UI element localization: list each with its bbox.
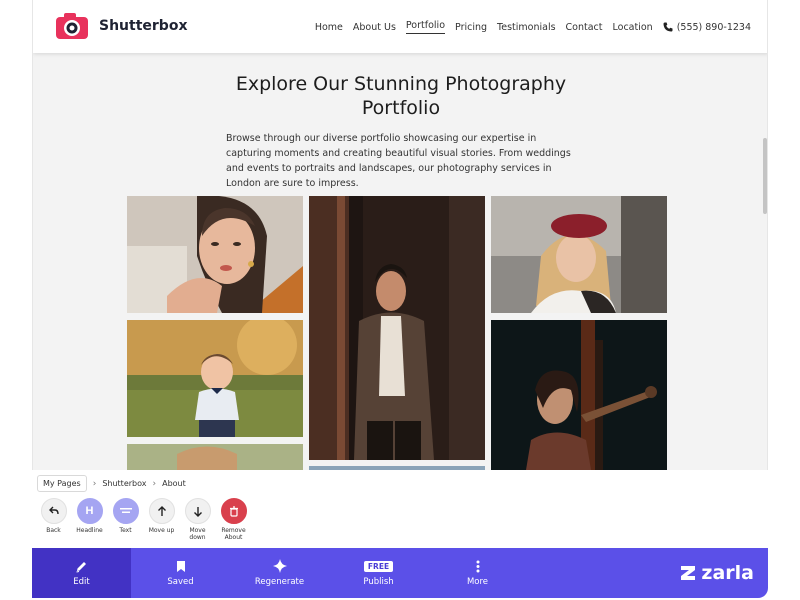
- saved-button[interactable]: Saved: [131, 548, 230, 598]
- publish-button[interactable]: FREE Publish: [329, 548, 428, 598]
- chevron-right-icon: ›: [92, 478, 97, 489]
- remove-button[interactable]: Remove About: [220, 498, 247, 541]
- crumb-my-pages[interactable]: My Pages: [37, 475, 87, 492]
- gallery-photo-partial-left[interactable]: [127, 444, 303, 470]
- trash-icon: [220, 498, 247, 524]
- nav-contact[interactable]: Contact: [566, 22, 603, 33]
- partial-center-image: [309, 466, 485, 470]
- man-guitar-image: [491, 320, 667, 470]
- nav-portfolio[interactable]: Portfolio: [405, 20, 446, 34]
- toddler-image: [127, 320, 303, 437]
- text-icon: [112, 498, 139, 524]
- regenerate-button[interactable]: Regenerate: [230, 548, 329, 598]
- headline-icon: H: [76, 498, 103, 524]
- chevron-right-icon: ›: [152, 478, 157, 489]
- section-tools: Back H Headline Text Move up Move down R…: [40, 498, 247, 541]
- pencil-icon: [75, 559, 88, 573]
- site-brand[interactable]: Shutterbox: [99, 18, 187, 34]
- action-bar: Edit Saved Regenerate FREE Publish More: [32, 548, 768, 598]
- headline-button[interactable]: H Headline: [76, 498, 103, 541]
- move-down-button[interactable]: Move down: [184, 498, 211, 541]
- headline-label: Headline: [76, 527, 103, 534]
- edit-button[interactable]: Edit: [32, 548, 131, 598]
- portfolio-intro: Browse through our diverse portfolio sho…: [226, 133, 571, 189]
- site-nav: Home About Us Portfolio Pricing Testimon…: [315, 20, 751, 34]
- portfolio-title-line2: Portfolio: [361, 97, 441, 119]
- edit-label: Edit: [73, 577, 90, 587]
- nav-location[interactable]: Location: [613, 22, 653, 33]
- site-header: Shutterbox Home About Us Portfolio Prici…: [33, 0, 767, 53]
- back-arrow-icon: [40, 498, 67, 524]
- portfolio-title-line1: Explore Our Stunning Photography: [235, 73, 567, 95]
- remove-label: Remove About: [221, 527, 245, 541]
- remove-label-line2: About: [224, 534, 243, 541]
- arrow-up-icon: [148, 498, 175, 524]
- partial-photo-image: [127, 444, 303, 470]
- text-button[interactable]: Text: [112, 498, 139, 541]
- regenerate-label: Regenerate: [254, 577, 305, 587]
- publish-label: Publish: [363, 577, 394, 587]
- gallery-photo-woman-beret[interactable]: [491, 196, 667, 313]
- woman-beret-image: [491, 196, 667, 313]
- zarla-logo-icon: [681, 566, 696, 580]
- man-doorway-image: [309, 196, 485, 460]
- move-down-label: Move down: [189, 527, 205, 541]
- camera-logo-icon[interactable]: [55, 12, 89, 40]
- remove-label-line1: Remove: [221, 527, 246, 534]
- more-button[interactable]: More: [428, 548, 527, 598]
- back-label: Back: [46, 527, 61, 534]
- gallery-photo-man-doorway[interactable]: [309, 196, 485, 460]
- back-button[interactable]: Back: [40, 498, 67, 541]
- arrow-down-icon: [184, 498, 211, 524]
- nav-home[interactable]: Home: [315, 22, 343, 33]
- gallery-photo-man-guitar[interactable]: [491, 320, 667, 470]
- phone-number: (555) 890-1234: [676, 21, 751, 33]
- nav-pricing[interactable]: Pricing: [455, 22, 487, 33]
- woman-portrait-image: [127, 196, 303, 313]
- gallery-photo-partial-center[interactable]: [309, 466, 485, 470]
- text-label: Text: [119, 527, 132, 534]
- saved-label: Saved: [167, 577, 194, 587]
- editor-window: Shutterbox Home About Us Portfolio Prici…: [0, 0, 800, 600]
- move-up-label: Move up: [148, 527, 175, 534]
- more-label: More: [466, 577, 489, 587]
- gallery-photo-toddler[interactable]: [127, 320, 303, 437]
- move-down-label-line1: Move: [189, 527, 206, 534]
- move-up-button[interactable]: Move up: [148, 498, 175, 541]
- nav-phone[interactable]: (555) 890-1234: [663, 22, 751, 33]
- zarla-logo: zarla: [679, 562, 754, 584]
- breadcrumb: My Pages › Shutterbox › About: [37, 475, 186, 492]
- bookmark-icon: [176, 559, 186, 573]
- crumb-site[interactable]: Shutterbox: [102, 479, 146, 488]
- more-vertical-icon: [476, 559, 480, 573]
- gallery-photo-woman-portrait[interactable]: [127, 196, 303, 313]
- sparkle-icon: [272, 559, 287, 573]
- move-down-label-line2: down: [189, 534, 206, 541]
- site-preview: Shutterbox Home About Us Portfolio Prici…: [32, 0, 768, 470]
- free-badge: FREE: [363, 559, 394, 573]
- preview-scrollbar[interactable]: [763, 138, 767, 214]
- portfolio-title: Explore Our Stunning Photography Portfol…: [33, 72, 767, 120]
- nav-testimonials[interactable]: Testimonials: [497, 22, 555, 33]
- phone-icon: [663, 22, 673, 32]
- zarla-wordmark: zarla: [701, 562, 754, 584]
- nav-about[interactable]: About Us: [353, 22, 396, 33]
- free-badge-text: FREE: [363, 560, 394, 572]
- crumb-page: About: [162, 479, 186, 488]
